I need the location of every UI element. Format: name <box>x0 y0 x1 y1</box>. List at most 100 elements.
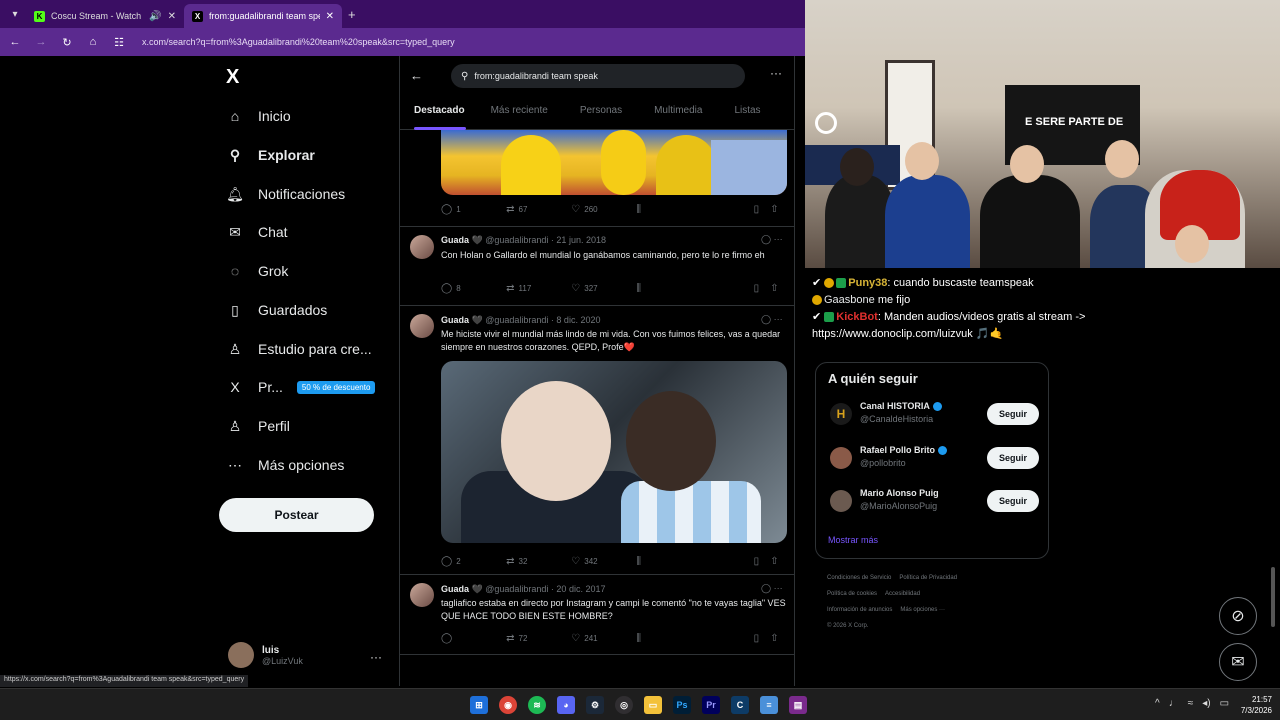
footer-link[interactable]: Información de anuncios <box>827 607 892 613</box>
like-button[interactable]: ♡ 327 <box>571 283 636 294</box>
sidebar-item-chat[interactable]: ✉ Chat <box>226 221 287 243</box>
reply-button[interactable]: ◯ 2 <box>441 556 506 567</box>
tweet-image[interactable] <box>441 130 787 195</box>
file-explorer-icon[interactable]: ▭ <box>644 696 662 714</box>
more-icon[interactable]: ··· <box>770 66 782 80</box>
repost-button[interactable]: ⇄ 117 <box>506 283 571 294</box>
home-icon[interactable]: ⌂ <box>86 36 100 48</box>
sidebar-item-explorar[interactable]: ⚲ Explorar <box>226 144 315 166</box>
repost-button[interactable]: ⇄ 67 <box>506 204 571 215</box>
sidebar-item-perfil[interactable]: ♙ Perfil <box>226 415 290 437</box>
battery-icon[interactable]: ▭ <box>1220 698 1229 709</box>
premiere-icon[interactable]: Pr <box>702 696 720 714</box>
tab-multimedia[interactable]: Multimedia <box>622 100 702 130</box>
account-more-icon[interactable]: ··· <box>370 650 382 664</box>
sidebar-item-inicio[interactable]: ⌂ Inicio <box>226 105 291 127</box>
chrome-icon[interactable]: ◉ <box>499 696 517 714</box>
tab-mas-reciente[interactable]: Más reciente <box>465 100 548 130</box>
search-input[interactable]: ⚲ from:guadalibrandi team speak <box>451 64 745 88</box>
new-tab-icon[interactable]: + <box>348 7 356 22</box>
avatar[interactable] <box>410 583 434 607</box>
follow-suggestion[interactable]: Rafael Pollo Brito @pollobrito Seguir <box>828 443 1043 475</box>
discord-icon[interactable]: ◕ <box>557 696 575 714</box>
post-button[interactable]: Postear <box>219 498 374 532</box>
reload-icon[interactable]: ↻ <box>60 36 74 49</box>
reply-button[interactable]: ◯ 1 <box>441 204 506 215</box>
ccleaner-icon[interactable]: C <box>731 696 749 714</box>
share-button[interactable]: ⇧ <box>770 204 787 215</box>
bookmark-button[interactable]: ▯ <box>754 556 771 567</box>
start-icon[interactable]: ⊞ <box>470 696 488 714</box>
x-logo-icon[interactable]: X <box>226 66 239 89</box>
grok-fab-icon[interactable]: ⊘ <box>1219 597 1257 635</box>
repost-button[interactable]: ⇄ 72 <box>506 633 571 644</box>
follow-button[interactable]: Seguir <box>987 403 1039 425</box>
reply-button[interactable]: ◯ 8 <box>441 283 506 294</box>
photoshop-icon[interactable]: Ps <box>673 696 691 714</box>
site-info-icon[interactable]: ☷ <box>112 36 126 49</box>
avatar[interactable] <box>410 314 434 338</box>
follow-button[interactable]: Seguir <box>987 447 1039 469</box>
show-more-link[interactable]: Mostrar más <box>828 535 878 545</box>
tab-listas[interactable]: Listas <box>702 100 760 130</box>
sidebar-item-estudio[interactable]: ♙ Estudio para cre... <box>226 338 372 360</box>
views-button[interactable]: ⫼ <box>636 283 701 294</box>
steam-icon[interactable]: ⚙ <box>586 696 604 714</box>
bookmark-button[interactable]: ▯ <box>754 283 771 294</box>
tweet-more-icon[interactable]: ◯ ··· <box>761 583 783 594</box>
bookmark-button[interactable]: ▯ <box>754 204 771 215</box>
audio-playing-icon[interactable]: 🔊 <box>149 11 161 22</box>
share-button[interactable]: ⇧ <box>770 556 787 567</box>
reply-button[interactable]: ◯ <box>441 633 506 644</box>
browser-tab-x-search[interactable]: X from:guadalibrandi team spea ✕ <box>184 4 342 28</box>
tray-overflow-icon[interactable]: ^ <box>1155 698 1160 709</box>
account-switcher[interactable]: luis @LuizVuk <box>228 642 303 668</box>
notepad-icon[interactable]: ≡ <box>760 696 778 714</box>
close-tab-icon[interactable]: ✕ <box>168 11 176 22</box>
close-tab-icon[interactable]: ✕ <box>326 11 334 22</box>
sidebar-item-mas-opciones[interactable]: ⋯ Más opciones <box>226 454 344 476</box>
taskbar-clock[interactable]: 21:57 7/3/2026 <box>1230 694 1272 716</box>
volume-icon[interactable]: ◂) <box>1202 698 1210 709</box>
footer-link[interactable]: Condiciones de Servicio <box>827 575 891 581</box>
browser-tab-kick[interactable]: K Coscu Stream - Watch Live 🔊 ✕ <box>26 4 184 28</box>
address-bar[interactable]: x.com/search?q=from%3Aguadalibrandi%20te… <box>142 37 455 47</box>
like-button[interactable]: ♡ 342 <box>571 556 636 567</box>
sidebar-item-notificaciones[interactable]: 🔔︎ Notificaciones <box>226 183 345 205</box>
footer-link[interactable]: Más opciones ··· <box>900 607 945 613</box>
views-button[interactable]: ⫼ <box>636 204 701 215</box>
sidebar-item-grok[interactable]: ◌ Grok <box>226 260 289 282</box>
obs-icon[interactable]: ◎ <box>615 696 633 714</box>
scrollbar[interactable] <box>1271 567 1275 627</box>
wifi-icon[interactable]: ≈ <box>1188 698 1194 709</box>
author-name[interactable]: Guada <box>441 315 469 325</box>
like-button[interactable]: ♡ 241 <box>571 633 636 644</box>
sidebar-item-premium[interactable]: X Pr... 50 % de descuento <box>226 376 376 398</box>
tweet-more-icon[interactable]: ◯ ··· <box>761 234 783 245</box>
follow-suggestion[interactable]: Mario Alonso Puig @MarioAlonsoPuig Segui… <box>828 486 1043 518</box>
forward-arrow-icon[interactable]: → <box>34 36 48 48</box>
footer-link[interactable]: Política de cookies <box>827 591 877 597</box>
spotify-icon[interactable]: ≋ <box>528 696 546 714</box>
views-button[interactable]: ⫼ <box>636 556 701 567</box>
back-arrow-icon[interactable]: ← <box>8 36 22 48</box>
views-button[interactable]: ⫼ <box>636 633 701 644</box>
tweet-image[interactable] <box>441 361 787 543</box>
share-button[interactable]: ⇧ <box>770 283 787 294</box>
like-button[interactable]: ♡ 260 <box>571 204 636 215</box>
author-name[interactable]: Guada <box>441 584 469 594</box>
tab-personas[interactable]: Personas <box>548 100 622 130</box>
repost-button[interactable]: ⇄ 32 <box>506 556 571 567</box>
follow-suggestion[interactable]: H Canal HISTORIA @CanaldeHistoria Seguir <box>828 399 1043 431</box>
avatar[interactable] <box>410 235 434 259</box>
sidebar-item-guardados[interactable]: ▯ Guardados <box>226 299 327 321</box>
back-arrow-icon[interactable]: ← <box>410 68 423 83</box>
winrar-icon[interactable]: ▤ <box>789 696 807 714</box>
tweet-more-icon[interactable]: ◯ ··· <box>761 314 783 325</box>
microphone-icon[interactable]: ♩ <box>1169 698 1179 709</box>
follow-button[interactable]: Seguir <box>987 490 1039 512</box>
bookmark-button[interactable]: ▯ <box>754 633 771 644</box>
messages-fab-icon[interactable]: ✉ <box>1219 643 1257 681</box>
footer-link[interactable]: Accesibilidad <box>885 591 920 597</box>
tab-destacado[interactable]: Destacado <box>400 100 466 130</box>
